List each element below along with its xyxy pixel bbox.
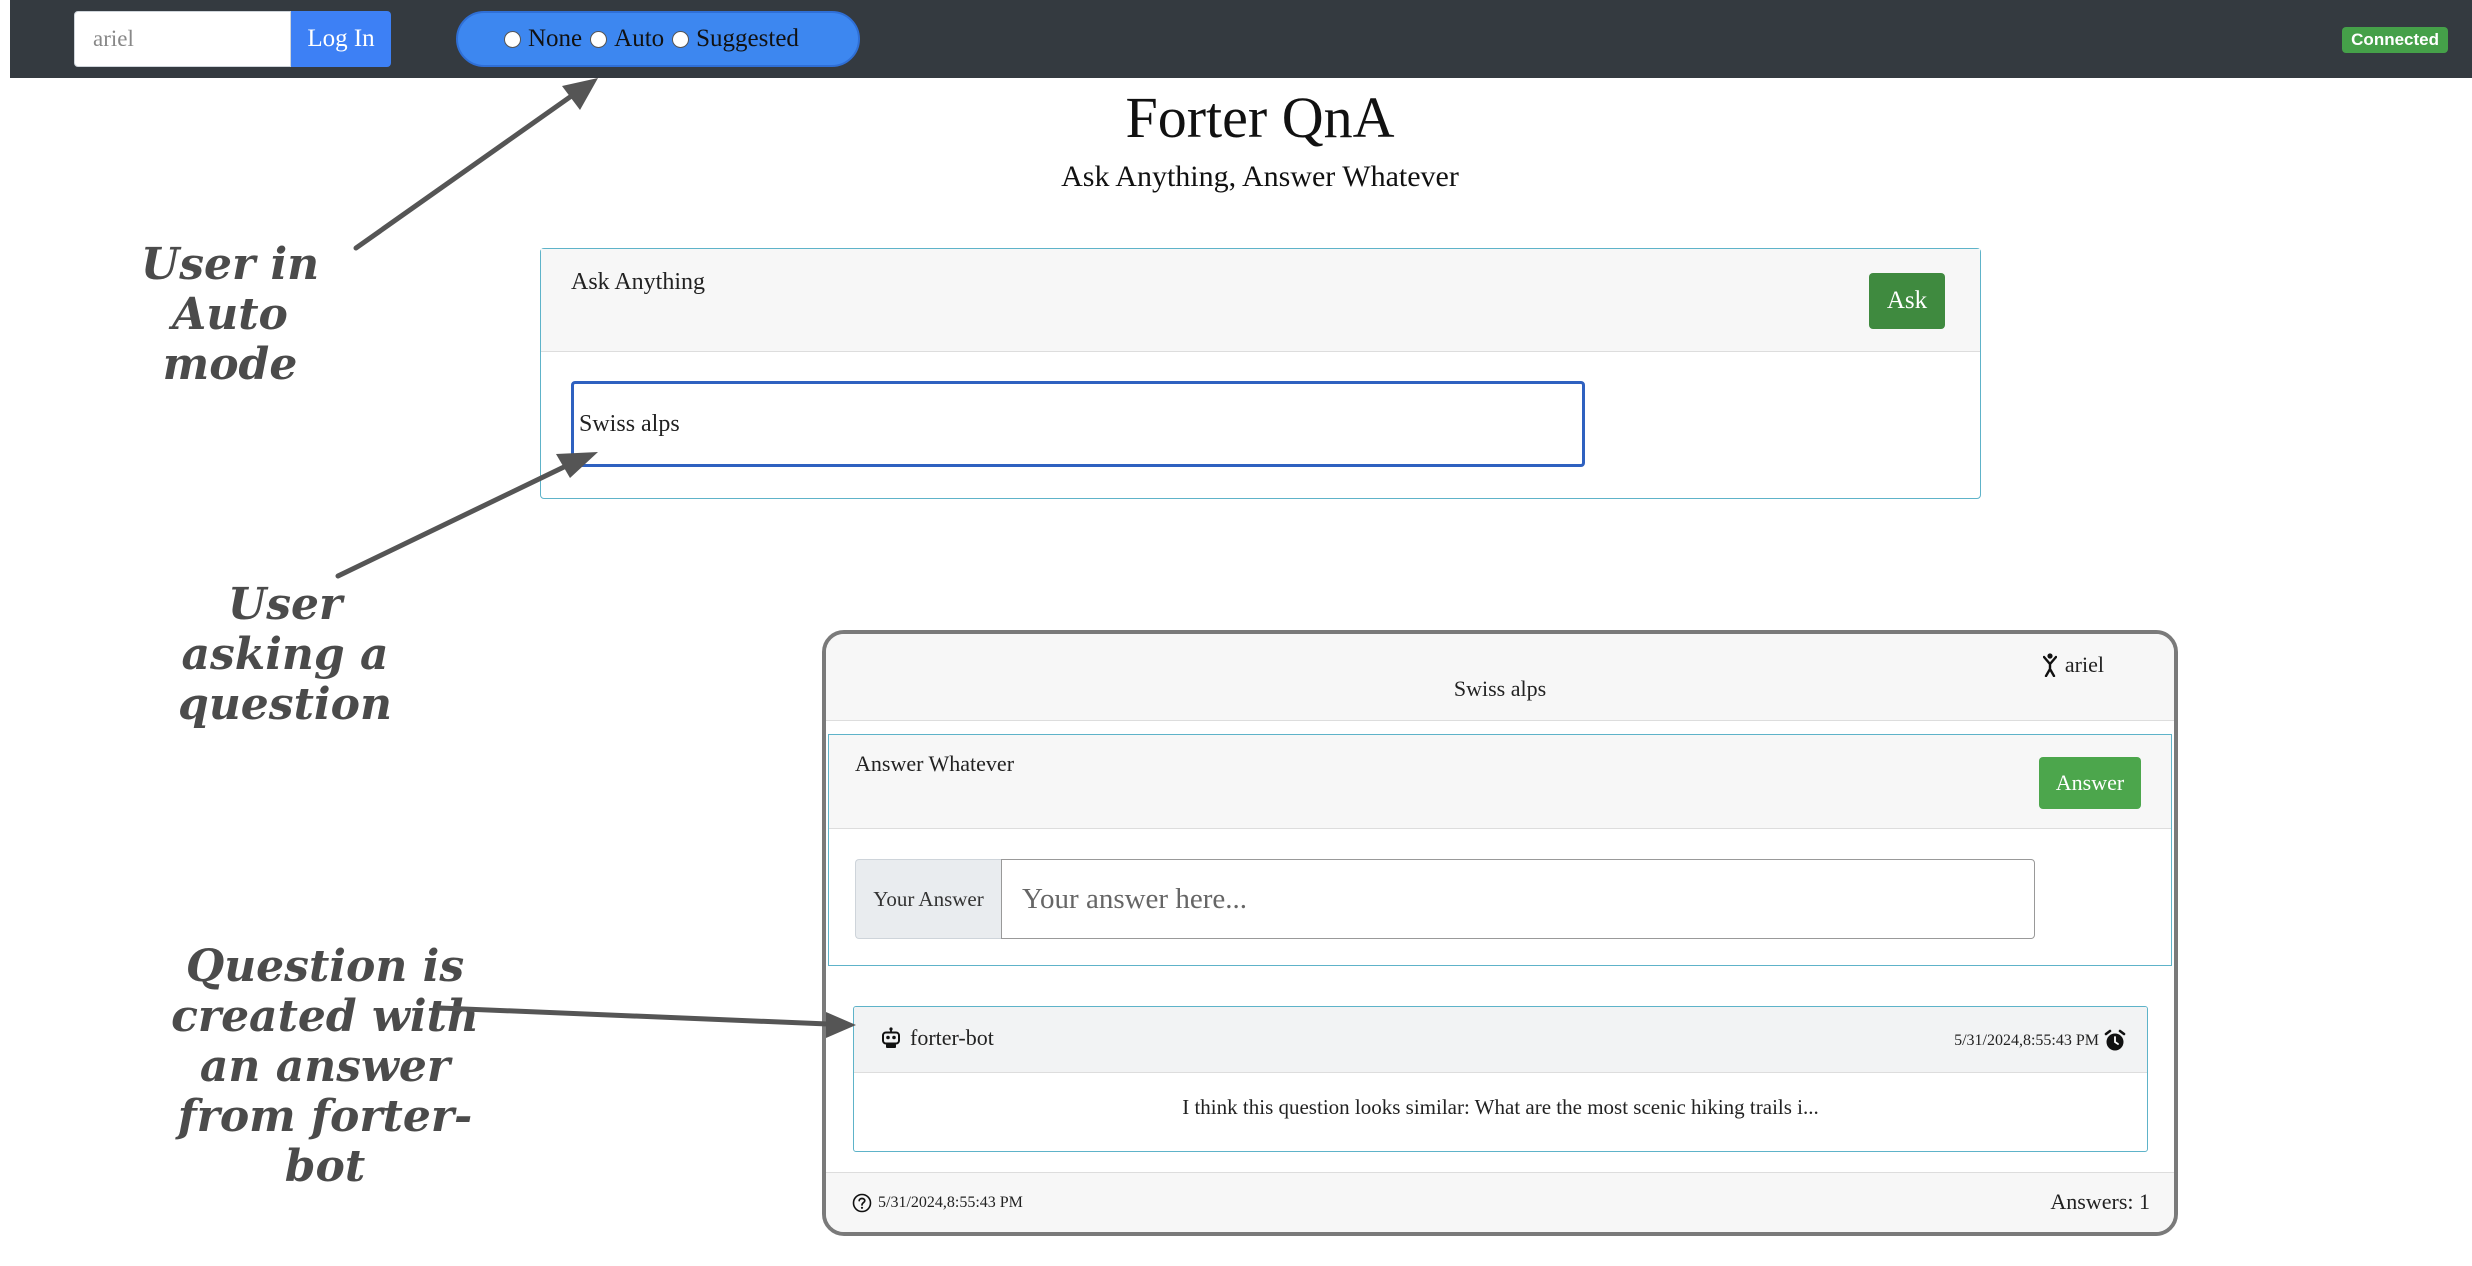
- arrowhead-mode: [562, 78, 598, 110]
- arrow-to-answer-item: [437, 1005, 831, 1027]
- annotation-arrows: [335, 78, 856, 1038]
- arrowhead-answer: [826, 1012, 856, 1038]
- arrow-to-mode-selector: [353, 94, 573, 251]
- arrowhead-input: [556, 452, 598, 478]
- arrow-to-question-input: [335, 463, 569, 579]
